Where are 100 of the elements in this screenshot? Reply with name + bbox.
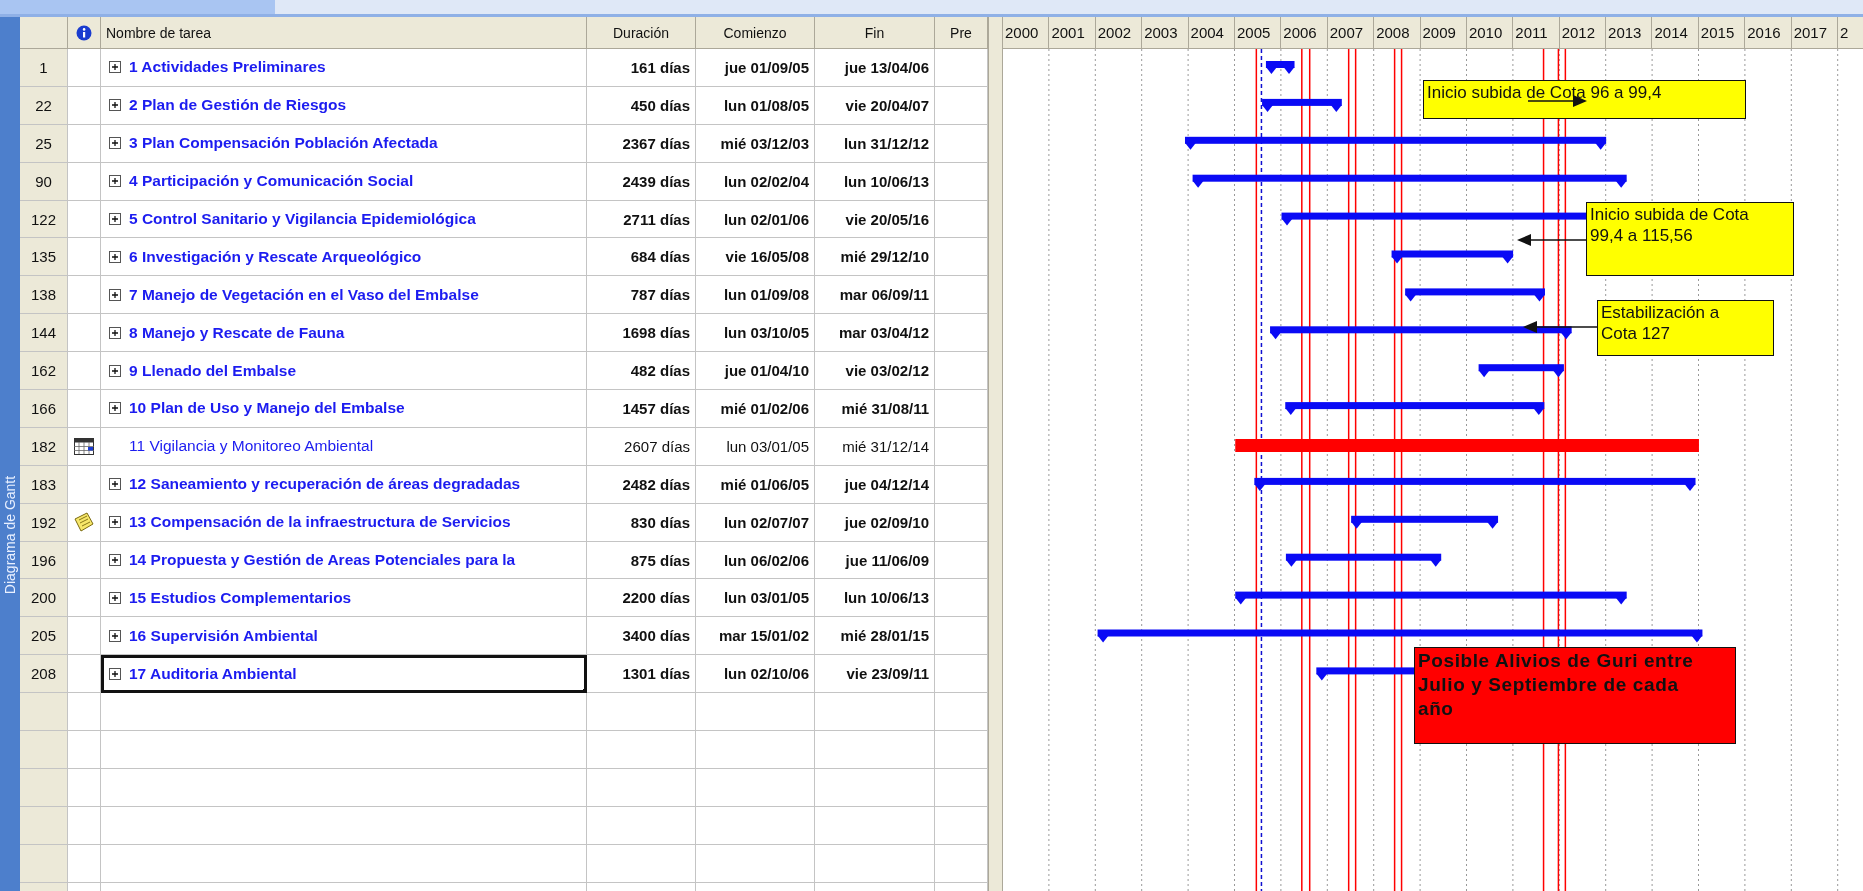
summary-bar bbox=[1265, 61, 1295, 74]
indicator-cell bbox=[68, 579, 101, 618]
task-name-cell[interactable]: 7 Manejo de Vegetación en el Vaso del Embalse bbox=[101, 276, 587, 315]
row-number[interactable]: 22 bbox=[20, 86, 68, 125]
task-name-cell[interactable]: 10 Plan de Uso y Manejo del Embalse bbox=[101, 390, 587, 428]
expand-icon[interactable] bbox=[109, 175, 121, 188]
column-header[interactable]: Pre bbox=[935, 17, 988, 49]
row-number[interactable]: 205 bbox=[20, 617, 68, 656]
row-number[interactable]: 144 bbox=[20, 314, 68, 353]
expand-icon[interactable] bbox=[109, 99, 121, 112]
task-name-cell[interactable]: 15 Estudios Complementarios bbox=[101, 579, 587, 618]
view-bar-label[interactable]: Diagrama de Gantt bbox=[2, 473, 18, 597]
task-name-cell[interactable]: 16 Supervisión Ambiental bbox=[101, 617, 587, 656]
expand-icon[interactable] bbox=[109, 326, 121, 339]
start-date-cell: lun 02/01/06 bbox=[696, 200, 815, 239]
corner-cell[interactable] bbox=[20, 17, 68, 49]
column-header[interactable]: Comienzo bbox=[696, 17, 815, 49]
year-header: 2013 bbox=[1606, 17, 1653, 48]
finish-date-cell: lun 10/06/13 bbox=[815, 579, 935, 618]
finish-date-cell: vie 03/02/12 bbox=[815, 352, 935, 390]
start-date-cell: mié 01/06/05 bbox=[696, 465, 815, 504]
expand-icon[interactable] bbox=[109, 629, 121, 642]
start-date-cell: lun 03/01/05 bbox=[696, 427, 815, 466]
task-name-cell[interactable]: 9 Llenado del Embalse bbox=[101, 352, 587, 390]
task-name-cell[interactable]: 4 Participación y Comunicación Social bbox=[101, 162, 587, 201]
row-number[interactable]: 200 bbox=[20, 579, 68, 618]
column-header[interactable]: Fin bbox=[815, 17, 935, 49]
duration-cell: 2439 días bbox=[587, 162, 696, 201]
row-number[interactable]: 25 bbox=[20, 124, 68, 163]
row-number[interactable]: 196 bbox=[20, 541, 68, 580]
expand-icon[interactable] bbox=[109, 213, 121, 225]
expand-icon[interactable] bbox=[109, 61, 121, 74]
expand-icon[interactable] bbox=[109, 667, 121, 680]
row-number[interactable]: 90 bbox=[20, 162, 68, 201]
row-number[interactable]: 208 bbox=[20, 655, 68, 694]
row-number[interactable]: 166 bbox=[20, 390, 68, 428]
task-name-cell[interactable]: 5 Control Sanitario y Vigilancia Epidemiológica bbox=[101, 200, 587, 239]
task-name-cell[interactable]: 3 Plan Compensación Población Afectada bbox=[101, 124, 587, 163]
indicator-cell bbox=[68, 238, 101, 277]
expand-icon[interactable] bbox=[109, 364, 121, 377]
finish-date-cell: vie 20/04/07 bbox=[815, 86, 935, 125]
info-icon bbox=[76, 24, 92, 41]
row-number[interactable]: 1 bbox=[20, 49, 68, 87]
finish-date-cell: mié 31/08/11 bbox=[815, 390, 935, 428]
task-name-cell[interactable]: 11 Vigilancia y Monitoreo Ambiental bbox=[101, 427, 587, 466]
duration-cell: 684 días bbox=[587, 238, 696, 277]
expand-icon[interactable] bbox=[109, 516, 121, 529]
task-name-cell[interactable]: 17 Auditoria Ambiental bbox=[101, 655, 587, 694]
year-header: 2010 bbox=[1466, 17, 1514, 48]
predecessor-cell bbox=[935, 200, 988, 239]
column-header[interactable]: Duración bbox=[587, 17, 696, 49]
duration-cell: 482 días bbox=[587, 352, 696, 390]
duration-cell: 450 días bbox=[587, 86, 696, 125]
column-header[interactable]: Nombre de tarea bbox=[101, 17, 587, 49]
year-header: 2001 bbox=[1049, 17, 1096, 48]
row-number[interactable]: 182 bbox=[20, 427, 68, 466]
expand-icon[interactable] bbox=[109, 554, 121, 566]
predecessor-cell bbox=[935, 352, 988, 390]
row-number[interactable]: 135 bbox=[20, 238, 68, 277]
pointer-arrow bbox=[1517, 234, 1587, 246]
year-header: 2004 bbox=[1188, 17, 1235, 48]
predecessor-cell bbox=[935, 276, 988, 315]
finish-date-cell: jue 13/04/06 bbox=[815, 49, 935, 87]
finish-date-cell: mié 29/12/10 bbox=[815, 238, 935, 277]
row-number[interactable]: 122 bbox=[20, 200, 68, 239]
task-name-cell[interactable]: 13 Compensación de la infraestructura de Servicios bbox=[101, 503, 587, 542]
task-name-cell[interactable]: 8 Manejo y Rescate de Fauna bbox=[101, 314, 587, 353]
start-date-cell: jue 01/04/10 bbox=[696, 352, 815, 390]
task-name-cell[interactable]: 14 Propuesta y Gestión de Areas Potenciales para la bbox=[101, 541, 587, 580]
task-name-cell[interactable]: 2 Plan de Gestión de Riesgos bbox=[101, 86, 587, 125]
expand-icon[interactable] bbox=[109, 591, 121, 604]
row-number[interactable]: 138 bbox=[20, 276, 68, 315]
expand-icon[interactable] bbox=[109, 478, 121, 491]
duration-cell: 830 días bbox=[587, 503, 696, 542]
indicator-cell bbox=[68, 352, 101, 390]
finish-date-cell: lun 31/12/12 bbox=[815, 124, 935, 163]
duration-cell: 2367 días bbox=[587, 124, 696, 163]
expand-icon[interactable] bbox=[109, 402, 121, 415]
predecessor-cell bbox=[935, 503, 988, 542]
predecessor-cell bbox=[935, 579, 988, 618]
indicator-cell bbox=[68, 86, 101, 125]
duration-cell: 787 días bbox=[587, 276, 696, 315]
task-name-cell[interactable]: 6 Investigación y Rescate Arqueológico bbox=[101, 238, 587, 277]
finish-date-cell: jue 04/12/14 bbox=[815, 465, 935, 504]
indicator-cell bbox=[68, 314, 101, 353]
duration-cell: 1301 días bbox=[587, 655, 696, 694]
task-name: 11 Vigilancia y Monitoreo Ambiental bbox=[129, 437, 374, 456]
row-number[interactable]: 183 bbox=[20, 465, 68, 504]
indicator-header[interactable] bbox=[68, 17, 101, 49]
row-number[interactable]: 162 bbox=[20, 352, 68, 390]
expand-icon[interactable] bbox=[109, 250, 121, 263]
task-name: 8 Manejo y Rescate de Fauna bbox=[129, 323, 345, 342]
year-header: 2002 bbox=[1095, 17, 1143, 48]
expand-icon[interactable] bbox=[109, 288, 121, 301]
callout-note: Inicio subida de Cota 96 a 99,4 bbox=[1423, 80, 1746, 119]
row-number[interactable]: 192 bbox=[20, 503, 68, 542]
expand-icon[interactable] bbox=[109, 137, 121, 150]
task-name-cell[interactable]: 12 Saneamiento y recuperación de áreas degradadas bbox=[101, 465, 587, 504]
callout-note: Inicio subida de Cota 99,4 a 115,56 bbox=[1586, 202, 1794, 276]
task-name-cell[interactable]: 1 Actividades Preliminares bbox=[101, 49, 587, 87]
